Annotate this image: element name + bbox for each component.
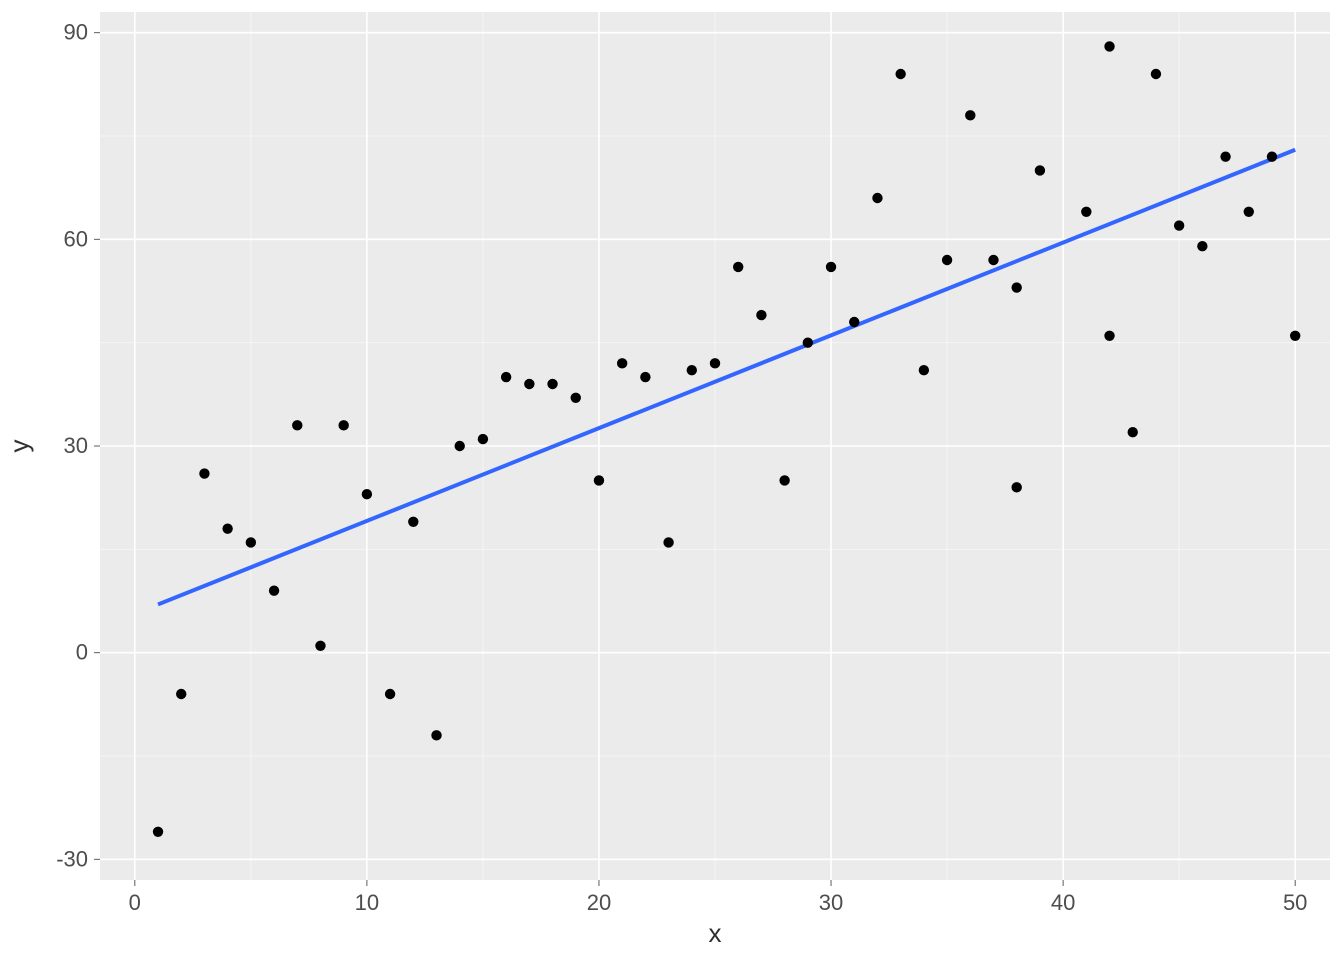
data-point bbox=[246, 537, 256, 547]
data-point bbox=[292, 420, 302, 430]
data-point bbox=[338, 420, 348, 430]
data-point bbox=[849, 317, 859, 327]
data-point bbox=[919, 365, 929, 375]
x-tick-label: 0 bbox=[129, 890, 141, 915]
x-tick-label: 40 bbox=[1051, 890, 1075, 915]
data-point bbox=[431, 730, 441, 740]
data-point bbox=[1011, 282, 1021, 292]
data-point bbox=[756, 310, 766, 320]
data-point bbox=[988, 255, 998, 265]
y-axis-tick-labels: -30 0 30 60 90 bbox=[56, 20, 88, 872]
data-point bbox=[1244, 207, 1254, 217]
data-point bbox=[153, 827, 163, 837]
data-point bbox=[594, 475, 604, 485]
data-point bbox=[733, 262, 743, 272]
data-point bbox=[199, 468, 209, 478]
data-point bbox=[385, 689, 395, 699]
data-point bbox=[478, 434, 488, 444]
data-point bbox=[1151, 69, 1161, 79]
data-point bbox=[524, 379, 534, 389]
data-point bbox=[455, 441, 465, 451]
x-tick-label: 30 bbox=[819, 890, 843, 915]
data-point bbox=[640, 372, 650, 382]
y-tick-label: -30 bbox=[56, 846, 88, 871]
data-point bbox=[1220, 151, 1230, 161]
data-point bbox=[1011, 482, 1021, 492]
data-point bbox=[803, 337, 813, 347]
y-axis-title: y bbox=[4, 440, 34, 453]
data-point bbox=[617, 358, 627, 368]
data-point bbox=[1104, 41, 1114, 51]
data-point bbox=[408, 517, 418, 527]
data-point bbox=[895, 69, 905, 79]
data-point bbox=[501, 372, 511, 382]
x-axis-tick-labels: 0 10 20 30 40 50 bbox=[129, 890, 1308, 915]
data-point bbox=[1081, 207, 1091, 217]
data-point bbox=[1197, 241, 1207, 251]
y-tick-label: 30 bbox=[64, 433, 88, 458]
data-point bbox=[687, 365, 697, 375]
x-axis-title: x bbox=[709, 918, 722, 948]
y-tick-label: 60 bbox=[64, 226, 88, 251]
x-tick-label: 10 bbox=[355, 890, 379, 915]
y-tick-label: 90 bbox=[64, 20, 88, 45]
data-point bbox=[1290, 331, 1300, 341]
x-tick-label: 50 bbox=[1283, 890, 1307, 915]
data-point bbox=[663, 537, 673, 547]
data-point bbox=[1104, 331, 1114, 341]
data-point bbox=[315, 641, 325, 651]
x-axis-ticks bbox=[135, 880, 1295, 886]
y-axis-ticks bbox=[94, 33, 100, 860]
scatter-chart: 0 10 20 30 40 50 -30 0 30 60 90 x y bbox=[0, 0, 1344, 960]
data-point bbox=[1174, 220, 1184, 230]
data-point bbox=[269, 585, 279, 595]
data-point bbox=[1267, 151, 1277, 161]
chart-svg: 0 10 20 30 40 50 -30 0 30 60 90 x y bbox=[0, 0, 1344, 960]
data-point bbox=[872, 193, 882, 203]
data-point bbox=[222, 523, 232, 533]
data-point bbox=[176, 689, 186, 699]
data-point bbox=[779, 475, 789, 485]
data-point bbox=[710, 358, 720, 368]
data-point bbox=[547, 379, 557, 389]
data-point bbox=[571, 393, 581, 403]
data-point bbox=[965, 110, 975, 120]
x-tick-label: 20 bbox=[587, 890, 611, 915]
data-point bbox=[1128, 427, 1138, 437]
y-tick-label: 0 bbox=[76, 640, 88, 665]
data-point bbox=[826, 262, 836, 272]
data-point bbox=[942, 255, 952, 265]
data-point bbox=[362, 489, 372, 499]
data-point bbox=[1035, 165, 1045, 175]
